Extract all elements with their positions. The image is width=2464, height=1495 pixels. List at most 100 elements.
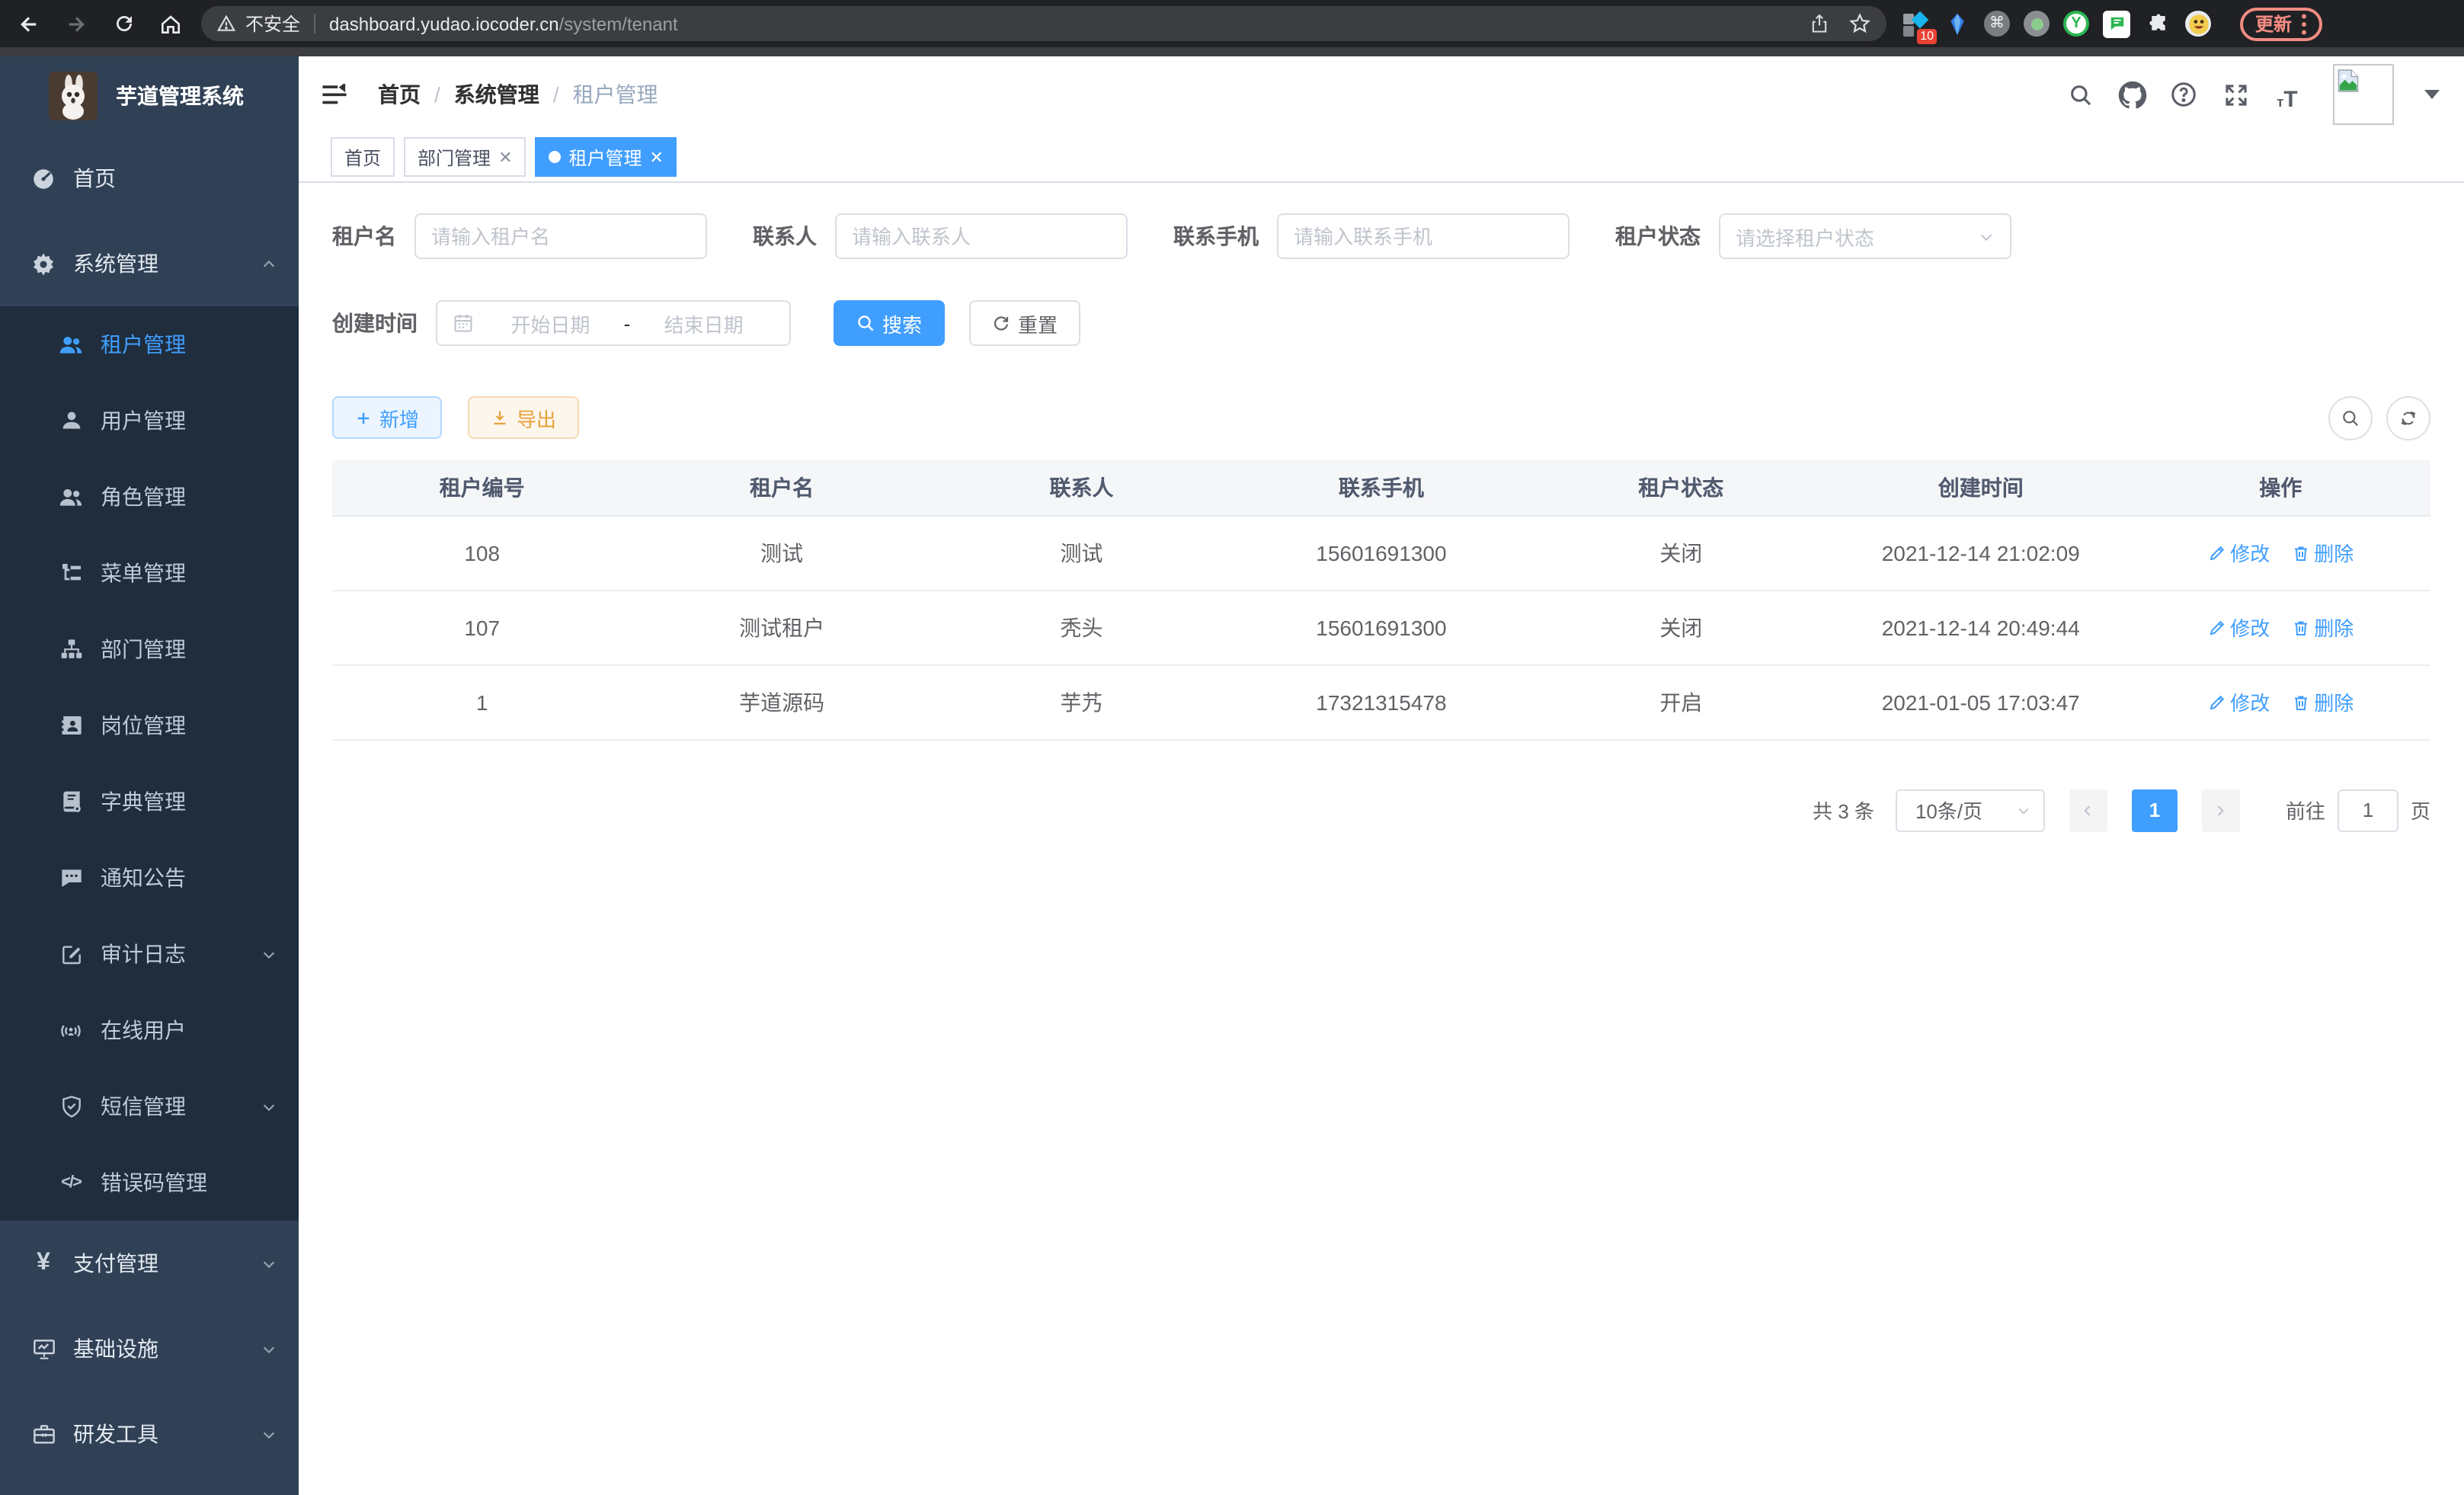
- extension-command-icon[interactable]: ⌘: [1984, 11, 2010, 37]
- page-number-1[interactable]: 1: [2132, 789, 2178, 831]
- browser-home-button[interactable]: [152, 5, 189, 42]
- app-viewport: 不安全 dashboard.yudao.iocoder.cn/system/te…: [0, 0, 2464, 1495]
- extension-recorder-icon[interactable]: [2024, 11, 2050, 37]
- goto-page-input[interactable]: [2338, 789, 2398, 831]
- breadcrumb-home[interactable]: 首页: [378, 79, 421, 110]
- sidebar-item-infra[interactable]: 基础设施: [0, 1306, 299, 1391]
- user-avatar[interactable]: [2333, 64, 2394, 125]
- table-row: 1 芋道源码 芋艿 17321315478 开启 2021-01-05 17:0…: [332, 664, 2430, 739]
- date-range-picker[interactable]: 开始日期 - 结束日期: [436, 300, 791, 346]
- sidebar-item-audit-log[interactable]: 审计日志: [0, 916, 299, 992]
- cell-tenant-name: 芋道源码: [632, 664, 931, 739]
- extension-badge: 10: [1917, 28, 1937, 43]
- tab-close-icon[interactable]: ✕: [650, 147, 664, 167]
- browser-address-bar[interactable]: 不安全 dashboard.yudao.iocoder.cn/system/te…: [201, 6, 1886, 41]
- cell-mobile: 15601691300: [1231, 515, 1531, 590]
- sidebar-item-devtools[interactable]: 研发工具: [0, 1391, 299, 1477]
- log-icon: [58, 941, 84, 967]
- sidebar-item-tenant[interactable]: 租户管理: [0, 306, 299, 383]
- prev-page-button[interactable]: [2069, 789, 2107, 831]
- url-path[interactable]: /system/tenant: [559, 13, 678, 34]
- toolbox-icon: [30, 1421, 56, 1447]
- reset-button[interactable]: 重置: [969, 300, 1080, 346]
- browser-forward-button[interactable]: [58, 5, 94, 42]
- sidebar-item-online-users[interactable]: 在线用户: [0, 992, 299, 1068]
- cell-actions: 修改 删除: [2130, 590, 2430, 664]
- page-unit-label: 页: [2411, 796, 2430, 824]
- sidebar-item-role[interactable]: 角色管理: [0, 459, 299, 535]
- tab-close-icon[interactable]: ✕: [498, 147, 512, 167]
- end-date-placeholder[interactable]: 结束日期: [633, 309, 774, 338]
- url-host[interactable]: dashboard.yudao.iocoder.cn: [329, 13, 559, 34]
- sidebar-item-label: 错误码管理: [101, 1167, 207, 1198]
- filter-row-1: 租户名 联系人 联系手机 租户状态 请选择租户状态: [332, 213, 2430, 259]
- edit-link[interactable]: 修改: [2207, 538, 2270, 567]
- edit-link[interactable]: 修改: [2207, 687, 2270, 716]
- tenant-table: 租户编号 租户名 联系人 联系手机 租户状态 创建时间 操作 108 测试 测试: [332, 460, 2430, 740]
- search-button[interactable]: 搜索: [834, 300, 945, 346]
- status-select-placeholder: 请选择租户状态: [1736, 222, 1874, 251]
- profile-avatar-icon[interactable]: [2185, 11, 2211, 37]
- sidebar-item-home[interactable]: 首页: [0, 136, 299, 221]
- github-icon[interactable]: [2117, 79, 2147, 110]
- share-icon[interactable]: [1809, 12, 1830, 35]
- sidebar-fold-icon[interactable]: [317, 78, 350, 111]
- help-icon[interactable]: [2168, 79, 2199, 110]
- sidebar-item-dept[interactable]: 部门管理: [0, 611, 299, 687]
- warning-icon: [216, 14, 236, 34]
- sidebar-item-errcode[interactable]: </> 错误码管理: [0, 1144, 299, 1221]
- tab-tenant[interactable]: 租户管理 ✕: [536, 137, 677, 177]
- extension-tabs-icon[interactable]: 10: [1902, 10, 1929, 37]
- sidebar-logo-row[interactable]: 芋道管理系统: [0, 56, 299, 136]
- show-search-toggle-button[interactable]: [2328, 395, 2373, 440]
- sidebar-item-system[interactable]: 系统管理: [0, 221, 299, 306]
- breadcrumb-system[interactable]: 系统管理: [454, 79, 539, 110]
- sidebar-item-pay[interactable]: ¥ 支付管理: [0, 1221, 299, 1306]
- tab-dept[interactable]: 部门管理 ✕: [404, 137, 526, 177]
- delete-link[interactable]: 删除: [2291, 687, 2354, 716]
- contact-input[interactable]: [835, 213, 1128, 259]
- extension-yudao-icon[interactable]: Y: [2063, 11, 2089, 37]
- export-button[interactable]: 导出: [468, 396, 579, 439]
- calendar-icon: [453, 312, 474, 334]
- chevron-down-icon: [261, 946, 277, 962]
- sidebar-item-dict[interactable]: 字典管理: [0, 764, 299, 840]
- extension-balloon-icon[interactable]: [1943, 10, 1970, 37]
- sidebar-item-menu[interactable]: 菜单管理: [0, 535, 299, 611]
- sidebar-item-sms[interactable]: 短信管理: [0, 1068, 299, 1144]
- app-title: 芋道管理系统: [116, 81, 244, 111]
- sidebar-item-user[interactable]: 用户管理: [0, 383, 299, 459]
- fullscreen-icon[interactable]: [2220, 79, 2251, 110]
- refresh-table-button[interactable]: [2386, 395, 2430, 440]
- delete-link[interactable]: 删除: [2291, 538, 2354, 567]
- browser-back-button[interactable]: [11, 5, 47, 42]
- extension-chat-icon[interactable]: [2103, 10, 2130, 37]
- sms-shield-icon: [58, 1093, 84, 1119]
- font-size-icon[interactable]: тT: [2272, 79, 2302, 110]
- sidebar-item-label: 部门管理: [101, 634, 186, 664]
- bookmark-star-icon[interactable]: [1848, 12, 1871, 35]
- org-icon: [58, 636, 84, 662]
- browser-update-button[interactable]: 更新: [2240, 7, 2322, 40]
- chevron-up-icon: [261, 255, 277, 272]
- extensions-puzzle-icon[interactable]: [2144, 10, 2171, 37]
- avatar-caret-icon[interactable]: [2424, 90, 2440, 99]
- status-select[interactable]: 请选择租户状态: [1719, 213, 2011, 259]
- add-button[interactable]: 新增: [332, 396, 442, 439]
- edit-link[interactable]: 修改: [2207, 613, 2270, 642]
- delete-link[interactable]: 删除: [2291, 613, 2354, 642]
- header-search-icon[interactable]: [2065, 79, 2095, 110]
- sidebar-item-notice[interactable]: 通知公告: [0, 840, 299, 916]
- cell-mobile: 17321315478: [1231, 664, 1531, 739]
- tab-home[interactable]: 首页: [331, 137, 395, 177]
- sidebar-item-post[interactable]: 岗位管理: [0, 687, 299, 764]
- cell-created: 2021-12-14 20:49:44: [1831, 590, 2130, 664]
- mobile-input[interactable]: [1277, 213, 1570, 259]
- cell-tenant-id: 108: [332, 515, 632, 590]
- next-page-button[interactable]: [2202, 789, 2240, 831]
- tenant-name-input[interactable]: [414, 213, 707, 259]
- start-date-placeholder[interactable]: 开始日期: [480, 309, 621, 338]
- browser-reload-button[interactable]: [105, 5, 142, 42]
- security-label[interactable]: 不安全: [245, 11, 300, 37]
- page-size-select[interactable]: 10条/页: [1896, 789, 2045, 831]
